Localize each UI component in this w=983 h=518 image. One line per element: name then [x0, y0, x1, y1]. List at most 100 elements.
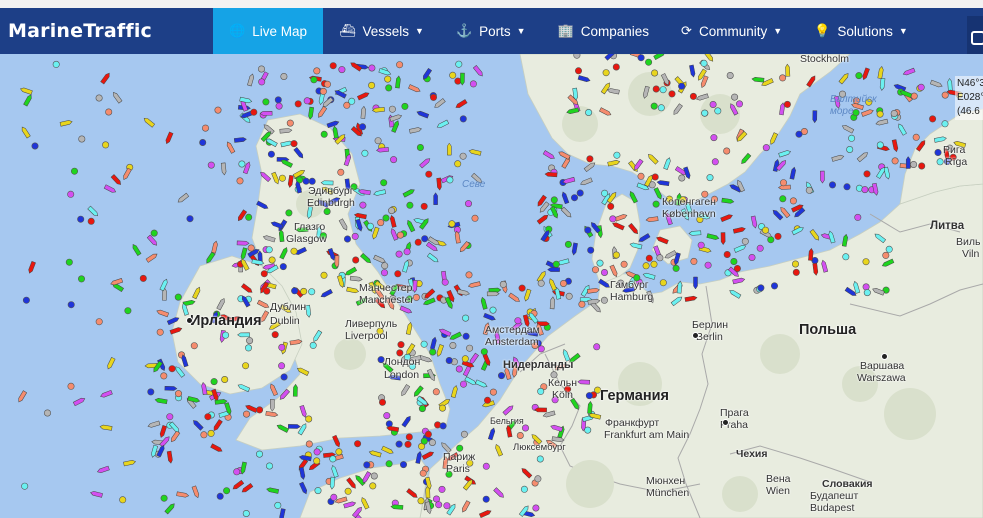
vessel-marker[interactable] — [862, 258, 870, 266]
vessel-marker[interactable] — [459, 152, 467, 160]
vessel-marker[interactable] — [420, 437, 428, 445]
vessel-marker[interactable] — [620, 260, 628, 268]
vessel-marker[interactable] — [424, 430, 432, 438]
vessel-marker[interactable] — [642, 262, 650, 270]
vessel-marker[interactable] — [731, 93, 739, 101]
vessel-marker[interactable] — [650, 260, 658, 268]
nav-vessels[interactable]: ⛴ Vessels ▼ — [323, 8, 440, 54]
vessel-marker[interactable] — [238, 160, 246, 168]
nav-companies[interactable]: 🏢 Companies — [542, 8, 665, 54]
vessel-marker[interactable] — [286, 119, 294, 127]
vessel-marker[interactable] — [651, 173, 659, 181]
vessel-marker[interactable] — [576, 189, 584, 197]
vessel-marker[interactable] — [271, 331, 279, 339]
vessel-marker[interactable] — [71, 167, 79, 175]
vessel-marker[interactable] — [344, 487, 352, 495]
vessel-marker[interactable] — [783, 100, 791, 108]
vessel-marker[interactable] — [455, 365, 463, 373]
vessel-marker[interactable] — [416, 144, 424, 152]
vessel-marker[interactable] — [186, 215, 194, 223]
vessel-marker[interactable] — [941, 120, 949, 128]
vessel-marker[interactable] — [612, 63, 620, 71]
vessel-marker[interactable] — [447, 142, 452, 156]
vessel-marker[interactable] — [489, 306, 497, 314]
vessel-marker[interactable] — [404, 440, 412, 448]
vessel-marker[interactable] — [381, 262, 389, 270]
vessel-marker[interactable] — [656, 254, 664, 262]
vessel-marker[interactable] — [285, 209, 293, 217]
vessel-marker[interactable] — [382, 214, 390, 222]
vessel-marker[interactable] — [308, 288, 316, 296]
vessel-marker[interactable] — [214, 106, 222, 114]
vessel-marker[interactable] — [308, 177, 316, 185]
vessel-marker[interactable] — [275, 102, 283, 110]
vessel-marker[interactable] — [586, 155, 594, 163]
vessel-marker[interactable] — [601, 189, 609, 197]
vessel-marker[interactable] — [313, 67, 321, 75]
vessel-marker[interactable] — [337, 168, 345, 176]
vessel-marker[interactable] — [565, 292, 573, 300]
vessel-marker[interactable] — [22, 296, 30, 304]
vessel-marker[interactable] — [516, 431, 524, 439]
vessel-marker[interactable] — [876, 110, 884, 118]
vessel-marker[interactable] — [260, 270, 268, 278]
vessel-marker[interactable] — [421, 235, 429, 243]
vessel-marker[interactable] — [862, 283, 870, 291]
vessel-marker[interactable] — [591, 266, 599, 274]
vessel-marker[interactable] — [570, 194, 578, 202]
vessel-marker[interactable] — [320, 130, 328, 138]
vessel-marker[interactable] — [175, 390, 183, 398]
vessel-marker[interactable] — [607, 202, 615, 210]
vessel-marker[interactable] — [425, 170, 433, 178]
map-canvas[interactable] — [0, 54, 983, 518]
vessel-marker[interactable] — [651, 69, 659, 77]
vessel-marker[interactable] — [735, 100, 743, 108]
vessel-marker[interactable] — [403, 248, 411, 256]
vessel-marker[interactable] — [262, 98, 270, 106]
vessel-marker[interactable] — [279, 263, 287, 271]
vessel-marker[interactable] — [319, 87, 327, 95]
vessel-marker[interactable] — [401, 102, 409, 110]
vessel-marker[interactable] — [917, 83, 925, 91]
vessel-marker[interactable] — [265, 462, 273, 470]
vessel-marker[interactable] — [711, 158, 719, 166]
vessel-marker[interactable] — [385, 460, 393, 468]
vessel-marker[interactable] — [278, 174, 286, 182]
vessel-marker[interactable] — [910, 161, 918, 169]
vessel-marker[interactable] — [124, 307, 132, 315]
vessel-marker[interactable] — [348, 97, 356, 105]
vessel-marker[interactable] — [534, 475, 542, 483]
vessel-marker[interactable] — [359, 201, 367, 209]
vessel-marker[interactable] — [454, 160, 462, 168]
vessel-marker[interactable] — [439, 422, 447, 430]
vessel-marker[interactable] — [429, 93, 437, 101]
vessel-marker[interactable] — [383, 412, 391, 420]
vessel-marker[interactable] — [361, 149, 369, 157]
vessel-marker[interactable] — [320, 271, 328, 279]
vessel-marker[interactable] — [204, 413, 212, 421]
vessel-marker[interactable] — [459, 380, 467, 388]
vessel-marker[interactable] — [388, 105, 396, 113]
vessel-marker[interactable] — [280, 373, 288, 381]
vessel-marker[interactable] — [394, 270, 402, 278]
vessel-marker[interactable] — [706, 174, 714, 182]
vessel-marker[interactable] — [941, 91, 949, 99]
vessel-marker[interactable] — [741, 237, 749, 245]
vessel-marker[interactable] — [593, 343, 601, 351]
vessel-marker[interactable] — [305, 440, 313, 448]
vessel-marker[interactable] — [863, 289, 871, 297]
vessel-marker[interactable] — [659, 279, 667, 287]
vessel-marker[interactable] — [190, 342, 198, 350]
vessel-marker[interactable] — [368, 64, 376, 72]
vessel-marker[interactable] — [585, 392, 593, 400]
vessel-marker[interactable] — [855, 72, 863, 80]
vessel-marker[interactable] — [305, 415, 313, 423]
vessel-marker[interactable] — [352, 256, 360, 264]
vessel-marker[interactable] — [761, 226, 769, 234]
vessel-marker[interactable] — [242, 509, 250, 517]
vessel-marker[interactable] — [689, 92, 697, 100]
vessel-marker[interactable] — [600, 296, 608, 304]
vessel-marker[interactable] — [448, 220, 456, 228]
vessel-marker[interactable] — [395, 250, 403, 258]
vessel-marker[interactable] — [406, 201, 414, 209]
